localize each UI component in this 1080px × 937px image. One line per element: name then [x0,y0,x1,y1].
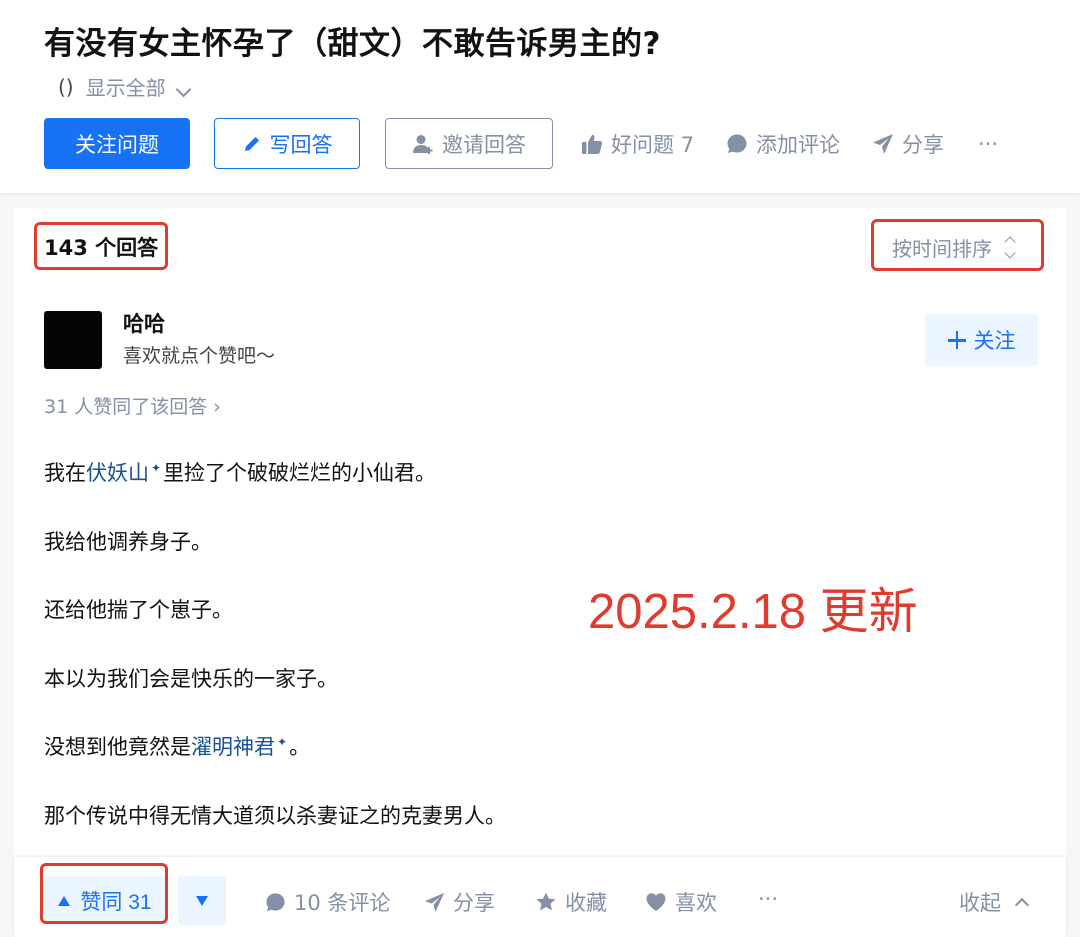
voters-link[interactable]: 31 人赞同了该回答 › [44,392,221,419]
answer-paragraph: 没想到他竟然是濯明神君 ✦。 [44,735,311,759]
sparkle-icon: ✦ [151,461,162,475]
author-name[interactable]: 哈哈 [123,308,165,338]
keyword-link[interactable]: 伏妖山 [86,461,149,485]
comments-label: 10 条评论 [294,891,391,915]
downvote-button[interactable] [178,876,226,925]
show-all-link[interactable]: 显示全部 [86,72,191,101]
plus-icon [947,331,966,349]
collect-label: 收藏 [565,891,607,915]
answer-paragraph: 还给他揣了个崽子。 [44,598,233,622]
more-actions-button[interactable]: ··· [978,132,998,156]
star-icon [536,892,556,911]
update-annotation: 2025.2.18 更新 [588,585,918,639]
comments-button[interactable]: 10 条评论 [265,887,390,917]
comment-icon [266,892,285,911]
invite-answer-button[interactable]: 邀请回答 [385,118,553,169]
thumbs-up-icon [582,134,603,154]
author-bio: 喜欢就点个赞吧～ [123,345,276,367]
heart-icon [646,893,666,911]
chevron-down-icon [175,81,191,98]
chevron-up-icon [1014,897,1030,913]
highlight-answer-count [34,222,168,270]
answer-paragraph: 我给他调养身子。 [44,530,212,554]
good-question-label: 好问题 7 [611,132,695,157]
follow-author-label: 关注 [973,330,1016,353]
question-title[interactable]: 有没有女主怀孕了（甜文）不敢告诉男主的? [44,18,661,63]
good-question-button[interactable]: 好问题 7 [581,129,694,159]
like-button[interactable]: 喜欢 [645,887,717,917]
answer-paragraph: 那个传说中得无情大道须以杀妻证之的克妻男人。 [44,804,506,828]
collapse-button[interactable]: 收起 [959,887,1030,917]
like-label: 喜欢 [675,891,717,915]
keyword-link[interactable]: 濯明神君 [191,735,275,759]
follow-question-button[interactable]: 关注问题 [44,118,190,169]
invite-answer-label: 邀请回答 [442,133,526,157]
highlight-sort [871,219,1044,271]
share-answer-label: 分享 [453,891,495,915]
more-button[interactable]: ··· [758,887,778,911]
question-detail: () 显示全部 [58,72,191,101]
comment-icon [727,134,747,153]
pencil-icon [244,136,259,151]
add-comment-label: 添加评论 [756,132,841,157]
share-answer-button[interactable]: 分享 [424,887,495,917]
share-question-label: 分享 [902,132,945,157]
invite-user-icon [413,134,433,154]
paper-plane-icon [424,892,445,912]
paper-plane-icon [873,133,894,154]
share-question-button[interactable]: 分享 [872,129,944,159]
answer-paragraph: 我在伏妖山 ✦里捡了个破破烂烂的小仙君。 [44,461,437,485]
follow-author-button[interactable]: 关注 [925,314,1038,366]
avatar[interactable] [44,311,102,369]
add-comment-button[interactable]: 添加评论 [726,129,840,159]
write-answer-button[interactable]: 写回答 [214,118,360,169]
sparkle-icon: ✦ [277,735,288,749]
collapse-label: 收起 [959,891,1001,915]
question-header: 有没有女主怀孕了（甜文）不敢告诉男主的? () 显示全部 关注问题 写回答 邀请… [0,0,1080,193]
collect-button[interactable]: 收藏 [535,887,607,917]
triangle-down-icon [196,895,208,906]
question-detail-text: () [58,74,74,99]
question-actions: 关注问题 写回答 邀请回答 好问题 7 添加评论 分享 ··· [44,118,998,169]
answer-paragraph: 本以为我们会是快乐的一家子。 [44,667,338,691]
write-answer-label: 写回答 [269,133,333,157]
highlight-upvote [40,863,168,924]
